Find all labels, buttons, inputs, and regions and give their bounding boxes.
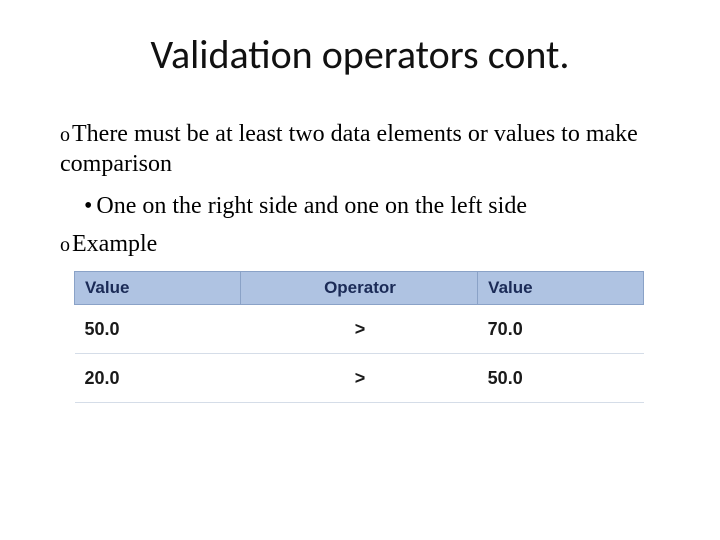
table-row: 50.0 > 70.0 <box>75 305 644 354</box>
table-header-row: Value Operator Value <box>75 272 644 305</box>
cell-value-right: 50.0 <box>478 354 644 403</box>
bullet-sub: •One on the right side and one on the le… <box>84 191 660 221</box>
cell-value-right: 70.0 <box>478 305 644 354</box>
cell-operator: > <box>240 305 477 354</box>
cell-value-left: 20.0 <box>75 354 241 403</box>
bullet-example-text: Example <box>72 231 157 257</box>
bullet-sub-text: One on the right side and one on the lef… <box>96 193 527 219</box>
bullet-example: oExample <box>60 229 660 259</box>
col-header-value-left: Value <box>75 272 241 305</box>
slide-title: Validation operators cont. <box>60 30 660 79</box>
cell-operator: > <box>240 354 477 403</box>
slide: Validation operators cont. oThere must b… <box>0 0 720 540</box>
table-row: 20.0 > 50.0 <box>75 354 644 403</box>
col-header-value-right: Value <box>478 272 644 305</box>
example-table-container: Value Operator Value 50.0 > 70.0 20.0 > … <box>74 271 644 403</box>
bullet-marker-circle-icon: o <box>60 124 70 146</box>
example-table: Value Operator Value 50.0 > 70.0 20.0 > … <box>74 271 644 403</box>
col-header-operator: Operator <box>240 272 477 305</box>
cell-value-left: 50.0 <box>75 305 241 354</box>
bullet-marker-circle-icon: o <box>60 234 70 256</box>
bullet-marker-dot-icon: • <box>84 193 92 219</box>
bullet-concept-text: There must be at least two data elements… <box>60 121 638 177</box>
bullet-concept: oThere must be at least two data element… <box>60 119 660 179</box>
